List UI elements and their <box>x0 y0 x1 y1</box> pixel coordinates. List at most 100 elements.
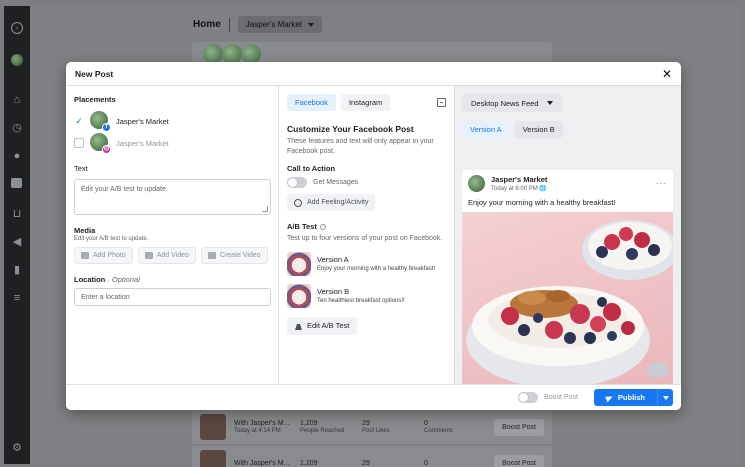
preview-caption: Enjoy your morning with a healthy breakf… <box>468 198 616 207</box>
likes-value: 29 <box>362 420 370 427</box>
leaf-avatar-icon[interactable] <box>11 54 23 66</box>
add-video-button[interactable]: Add Video <box>137 247 196 264</box>
insights-icon[interactable]: ▮ <box>11 264 23 276</box>
chat-bubble-icon[interactable]: ● <box>11 150 23 162</box>
cta-toggle-label: Get Messages <box>313 179 359 186</box>
checkmark-icon[interactable]: ✓ <box>74 116 84 126</box>
text-title: Text <box>74 164 88 173</box>
feed-selector[interactable]: Desktop News Feed <box>462 94 562 112</box>
ab-test-description: Test up to four versions of your post on… <box>287 235 443 242</box>
placement-name: Jasper's Market <box>116 138 169 148</box>
table-row: With Jasper's M... Today at 4:14 PM 1,20… <box>192 410 552 444</box>
more-options-icon[interactable]: ··· <box>656 179 667 188</box>
media-title: Media <box>74 226 96 235</box>
cta-toggle-row: Get Messages <box>287 177 446 188</box>
home-link[interactable]: Home <box>193 19 221 30</box>
version-text: Ten healthiest breakfast options!! <box>317 298 405 304</box>
page-avatar <box>222 44 242 64</box>
settings-icon[interactable]: ⚙ <box>11 442 23 454</box>
megaphone-icon[interactable]: ◀ <box>11 236 23 248</box>
page-avatar: f <box>90 111 111 132</box>
create-video-button[interactable]: Create Video <box>200 247 268 264</box>
pages-icon[interactable] <box>11 178 22 188</box>
history-icon[interactable]: ◷ <box>11 122 23 134</box>
post-time: Today at 4:14 PM <box>234 428 281 434</box>
boost-toggle[interactable] <box>518 392 539 403</box>
menu-icon[interactable]: ≡ <box>11 292 23 304</box>
version-a-item[interactable]: Version A Enjoy your morning with a heal… <box>287 251 446 276</box>
tab-version-a[interactable]: Version A <box>462 121 510 138</box>
likes-value: 29 <box>362 459 370 467</box>
boost-label: Boost Post <box>544 394 578 401</box>
boost-post-button[interactable]: Boost Post <box>494 418 544 436</box>
chevron-down-icon <box>662 395 669 400</box>
placement-name: Jasper's Market <box>116 116 169 126</box>
network-tabs: Facebook Instagram <box>287 94 446 111</box>
media-buttons: Add Photo Add Video Create Video <box>74 247 270 264</box>
post-text-field[interactable]: Edit your A/B test to update. <box>74 179 271 215</box>
tab-version-b[interactable]: Version B <box>514 121 563 138</box>
send-icon <box>604 393 614 402</box>
preview-time: Today at 6:00 PM 🌐 <box>491 186 547 192</box>
table-row: With Jasper's M... 1,209 29 0 Boost Post <box>192 446 552 467</box>
location-placeholder: Enter a location <box>81 294 130 301</box>
publish-options-button[interactable] <box>657 389 673 406</box>
home-icon[interactable]: ⌂ <box>11 94 23 106</box>
reach-value: 1,209 <box>300 420 318 427</box>
post-name[interactable]: With Jasper's M... <box>234 420 289 427</box>
location-input[interactable]: Enter a location <box>74 288 271 306</box>
breakfast-illustration <box>466 220 673 384</box>
add-photo-button[interactable]: Add Photo <box>74 247 133 264</box>
media-note: Edit your A/B test to update. <box>74 236 149 242</box>
version-text: Enjoy your morning with a healthy breakf… <box>317 266 436 272</box>
shop-icon[interactable]: ⊔ <box>11 208 23 220</box>
page-avatar <box>241 44 261 64</box>
publish-button-group: Publish <box>593 389 673 406</box>
post-name[interactable]: With Jasper's M... <box>234 460 300 467</box>
arrow-right-circle-icon[interactable]: › <box>11 22 23 34</box>
chevron-down-icon <box>546 101 553 105</box>
tab-instagram[interactable]: Instagram <box>340 94 391 111</box>
modal-body: Placements ✓ f Jasper's Market ◎ Jasper'… <box>66 86 681 384</box>
info-icon[interactable] <box>319 223 326 230</box>
text-placeholder: Edit your A/B test to update. <box>81 186 168 193</box>
page-avatar: ◎ <box>90 133 111 154</box>
flask-icon <box>295 322 302 330</box>
ab-test-title: A/B Test <box>287 222 446 231</box>
left-sidebar: › ⌂ ◷ ● ⊔ ◀ ▮ ≡ ⚙ <box>4 6 30 464</box>
post-thumbnail <box>200 450 226 467</box>
boost-post-button[interactable]: Boost Post <box>494 454 544 467</box>
version-b-item[interactable]: Version B Ten healthiest breakfast optio… <box>287 283 446 308</box>
page-selector[interactable]: Jasper's Market <box>237 16 323 33</box>
modal-footer: Boost Post Publish <box>66 384 681 410</box>
preview-header: Jasper's Market Today at 6:00 PM 🌐 ··· <box>462 170 673 192</box>
customize-column: Facebook Instagram Customize Your Facebo… <box>279 86 455 384</box>
cta-toggle[interactable] <box>287 177 307 188</box>
comments-value: 0 <box>424 459 428 467</box>
placements-title: Placements <box>74 95 116 104</box>
likes-label: Post Likes <box>362 428 390 434</box>
reach-value: 1,209 <box>300 459 318 467</box>
smiley-icon <box>294 198 302 207</box>
video-icon <box>144 252 153 259</box>
chevron-down-icon <box>308 22 315 27</box>
facebook-icon: f <box>102 123 111 132</box>
edit-ab-test-button[interactable]: Edit A/B Test <box>287 316 358 335</box>
add-feeling-button[interactable]: Add Feeling/Activity <box>287 194 376 211</box>
reach-label: People Reached <box>300 428 345 434</box>
photo-icon <box>81 252 89 259</box>
header-divider <box>228 17 230 32</box>
placement-instagram[interactable]: ◎ Jasper's Market <box>74 132 270 154</box>
close-icon[interactable]: ✕ <box>662 68 672 80</box>
publish-button[interactable]: Publish <box>594 393 657 402</box>
tab-facebook[interactable]: Facebook <box>287 94 336 111</box>
placement-facebook[interactable]: ✓ f Jasper's Market <box>74 110 270 132</box>
comments-value: 0 <box>424 420 428 427</box>
page-avatar <box>468 175 485 192</box>
checkbox[interactable] <box>74 138 84 148</box>
instagram-icon: ◎ <box>102 145 111 154</box>
post-preview: Jasper's Market Today at 6:00 PM 🌐 ··· E… <box>462 170 673 384</box>
customize-title: Customize Your Facebook Post <box>287 124 414 134</box>
top-header: Home Jasper's Market <box>193 16 323 33</box>
copy-icon[interactable] <box>437 98 446 107</box>
